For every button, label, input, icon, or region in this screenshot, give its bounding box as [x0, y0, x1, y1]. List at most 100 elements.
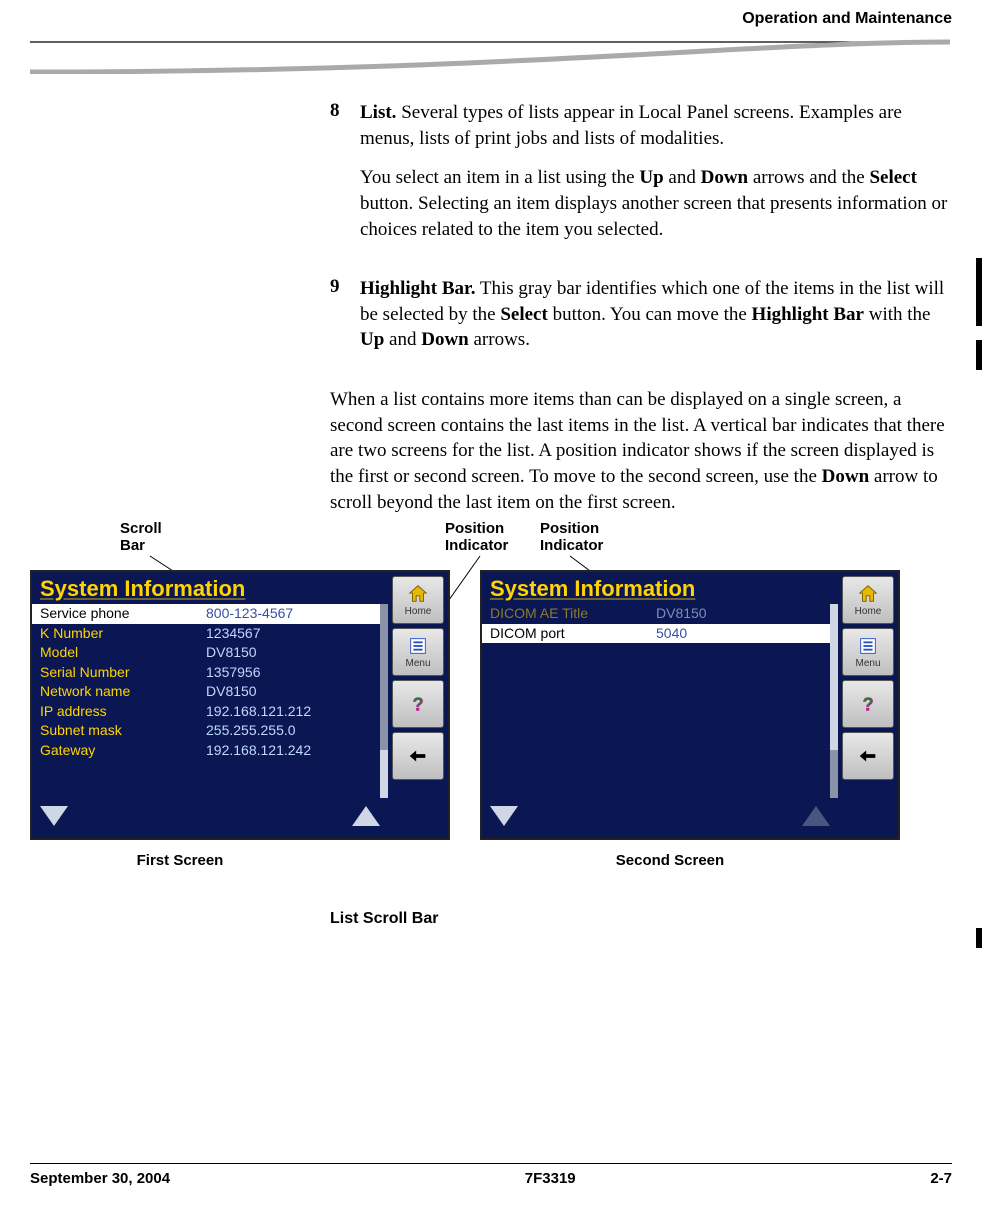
- item-number-8: 8: [30, 100, 330, 256]
- callout-pi2-l1: Position: [540, 520, 603, 537]
- side-buttons: Home Menu ?: [842, 576, 894, 780]
- menu-label: Menu: [405, 658, 430, 669]
- item8-p2a: You select an item in a list using the: [360, 167, 639, 188]
- nav-up-arrow-icon[interactable]: [352, 806, 380, 826]
- menu-button[interactable]: Menu: [392, 628, 444, 676]
- screen-first: System Information Service phone800-123-…: [30, 570, 450, 840]
- help-button[interactable]: ?: [392, 680, 444, 728]
- callout-pi1-l1: Position: [445, 520, 508, 537]
- item8-select: Select: [869, 167, 916, 188]
- figure-caption: List Scroll Bar: [330, 910, 438, 928]
- row-label: K Number: [40, 625, 206, 643]
- back-button[interactable]: [842, 732, 894, 780]
- footer-pagenum: 2-7: [930, 1170, 952, 1187]
- help-button[interactable]: ?: [842, 680, 894, 728]
- table-row[interactable]: DICOM AE TitleDV8150: [482, 604, 830, 624]
- screen-second: System Information DICOM AE TitleDV8150 …: [480, 570, 900, 840]
- row-label: Model: [40, 644, 206, 662]
- row-label: DICOM AE Title: [490, 605, 656, 623]
- row-label: Serial Number: [40, 664, 206, 682]
- home-icon: [857, 583, 879, 605]
- row-value: 1357956: [206, 664, 372, 682]
- row-value: 255.255.255.0: [206, 722, 372, 740]
- callout-position-indicator-2: Position Indicator: [540, 520, 603, 555]
- change-bar: [976, 340, 982, 370]
- home-label: Home: [405, 606, 432, 617]
- table-row[interactable]: Service phone800-123-4567: [32, 604, 380, 624]
- home-button[interactable]: Home: [392, 576, 444, 624]
- item9-select: Select: [500, 304, 547, 325]
- item8-p2b: and: [664, 167, 701, 188]
- item8-p1: Several types of lists appear in Local P…: [360, 102, 902, 149]
- table-row[interactable]: ModelDV8150: [32, 643, 380, 663]
- item-number-9: 9: [30, 276, 330, 367]
- item9-hb: Highlight Bar: [752, 304, 864, 325]
- scroll-explanation-paragraph: When a list contains more items than can…: [330, 387, 952, 515]
- item8-p2c: arrows and the: [748, 167, 869, 188]
- row-label: Network name: [40, 683, 206, 701]
- item8-down: Down: [701, 167, 749, 188]
- table-row[interactable]: IP address192.168.121.212: [32, 702, 380, 722]
- page-footer: September 30, 2004 7F3319 2-7: [30, 1163, 952, 1187]
- row-value: 192.168.121.242: [206, 742, 372, 760]
- table-row[interactable]: Gateway192.168.121.242: [32, 741, 380, 761]
- caption-first-screen: First Screen: [30, 852, 330, 869]
- item9-down: Down: [421, 329, 469, 350]
- menu-icon: [857, 635, 879, 657]
- list-item-8: 8 List. Several types of lists appear in…: [30, 100, 952, 256]
- callout-scroll-bar: Scroll Bar: [120, 520, 162, 555]
- row-value: DV8150: [656, 605, 822, 623]
- footer-docnum: 7F3319: [525, 1170, 576, 1187]
- item8-up: Up: [639, 167, 663, 188]
- callout-scroll-bar-l2: Bar: [120, 537, 162, 554]
- page-header-title: Operation and Maintenance: [742, 10, 952, 28]
- callout-position-indicator-1: Position Indicator: [445, 520, 508, 555]
- table-row[interactable]: Subnet mask255.255.255.0: [32, 721, 380, 741]
- scroll-bar-thumb[interactable]: [830, 750, 838, 799]
- table-row[interactable]: Network nameDV8150: [32, 682, 380, 702]
- scroll-bar-thumb[interactable]: [380, 604, 388, 750]
- screen-second-title: System Information: [482, 572, 898, 604]
- callout-pi1-l2: Indicator: [445, 537, 508, 554]
- header-divider-swoosh: [30, 34, 950, 74]
- item9-up: Up: [360, 329, 384, 350]
- screen-first-title: System Information: [32, 572, 448, 604]
- svg-text:?: ?: [863, 693, 874, 714]
- row-value: DV8150: [206, 683, 372, 701]
- item-text-8: List. Several types of lists appear in L…: [330, 100, 952, 256]
- menu-label: Menu: [855, 658, 880, 669]
- row-value: 1234567: [206, 625, 372, 643]
- row-value: 800-123-4567: [206, 605, 372, 623]
- table-row[interactable]: K Number1234567: [32, 624, 380, 644]
- scroll-bar-track[interactable]: [830, 604, 838, 798]
- row-label: IP address: [40, 703, 206, 721]
- row-value: 192.168.121.212: [206, 703, 372, 721]
- back-button[interactable]: [392, 732, 444, 780]
- home-icon: [407, 583, 429, 605]
- item9-title: Highlight Bar.: [360, 278, 475, 299]
- list-item-9: 9 Highlight Bar. This gray bar identifie…: [30, 276, 952, 367]
- item-text-9: Highlight Bar. This gray bar identifies …: [330, 276, 952, 367]
- row-label: DICOM port: [490, 625, 656, 643]
- nav-down-arrow-icon[interactable]: [40, 806, 68, 826]
- scroll-bar-track[interactable]: [380, 604, 388, 798]
- callout-pi2-l2: Indicator: [540, 537, 603, 554]
- row-value: DV8150: [206, 644, 372, 662]
- table-row[interactable]: DICOM port5040: [482, 624, 830, 644]
- row-label: Subnet mask: [40, 722, 206, 740]
- change-bar: [976, 258, 982, 326]
- item8-p2d: button. Selecting an item displays anoth…: [360, 193, 947, 240]
- row-label: Gateway: [40, 742, 206, 760]
- nav-down-arrow-icon[interactable]: [490, 806, 518, 826]
- nav-up-arrow-icon[interactable]: [802, 806, 830, 826]
- caption-second-screen: Second Screen: [520, 852, 820, 869]
- home-button[interactable]: Home: [842, 576, 894, 624]
- figure-area: Scroll Bar Position Indicator Position I…: [30, 520, 952, 970]
- back-arrow-icon: [857, 745, 879, 767]
- help-icon: ?: [857, 693, 879, 715]
- menu-button[interactable]: Menu: [842, 628, 894, 676]
- item8-title: List.: [360, 102, 396, 123]
- row-label: Service phone: [40, 605, 206, 623]
- bottom-nav: [32, 800, 388, 834]
- table-row[interactable]: Serial Number1357956: [32, 663, 380, 683]
